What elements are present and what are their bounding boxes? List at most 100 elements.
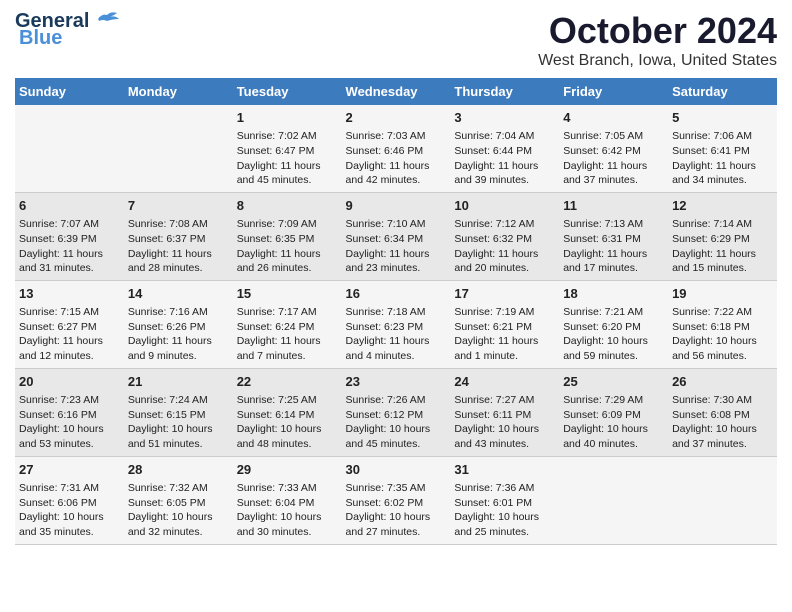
day-number: 22 — [237, 373, 338, 391]
calendar-cell: 21 Sunrise: 7:24 AM Sunset: 6:15 PM Dayli… — [124, 368, 233, 456]
calendar-cell: 3 Sunrise: 7:04 AM Sunset: 6:44 PM Daylig… — [450, 105, 559, 192]
day-number: 31 — [454, 461, 555, 479]
day-number: 28 — [128, 461, 229, 479]
day-info: Sunrise: 7:08 AM Sunset: 6:37 PM Dayligh… — [128, 217, 229, 276]
calendar-cell — [668, 456, 777, 544]
logo-bird-icon — [93, 11, 121, 33]
calendar-header-friday: Friday — [559, 78, 668, 105]
day-number: 30 — [346, 461, 447, 479]
day-number: 9 — [346, 197, 447, 215]
calendar-week-row: 27 Sunrise: 7:31 AM Sunset: 6:06 PM Dayli… — [15, 456, 777, 544]
calendar-header-sunday: Sunday — [15, 78, 124, 105]
calendar-cell: 28 Sunrise: 7:32 AM Sunset: 6:05 PM Dayli… — [124, 456, 233, 544]
day-number: 2 — [346, 109, 447, 127]
calendar-cell: 23 Sunrise: 7:26 AM Sunset: 6:12 PM Dayli… — [342, 368, 451, 456]
day-info: Sunrise: 7:09 AM Sunset: 6:35 PM Dayligh… — [237, 217, 338, 276]
day-info: Sunrise: 7:23 AM Sunset: 6:16 PM Dayligh… — [19, 393, 120, 452]
day-info: Sunrise: 7:31 AM Sunset: 6:06 PM Dayligh… — [19, 481, 120, 540]
calendar-cell: 12Sunrise: 7:14 AM Sunset: 6:29 PM Dayli… — [668, 192, 777, 280]
logo: General Blue — [15, 10, 121, 50]
day-info: Sunrise: 7:04 AM Sunset: 6:44 PM Dayligh… — [454, 129, 555, 188]
day-number: 5 — [672, 109, 773, 127]
calendar-cell: 11 Sunrise: 7:13 AM Sunset: 6:31 PM Dayli… — [559, 192, 668, 280]
calendar-cell: 24 Sunrise: 7:27 AM Sunset: 6:11 PM Dayli… — [450, 368, 559, 456]
day-number: 15 — [237, 285, 338, 303]
calendar-cell: 15 Sunrise: 7:17 AM Sunset: 6:24 PM Dayli… — [233, 280, 342, 368]
calendar-header-row: SundayMondayTuesdayWednesdayThursdayFrid… — [15, 78, 777, 105]
title-section: October 2024 West Branch, Iowa, United S… — [538, 10, 777, 70]
day-number: 7 — [128, 197, 229, 215]
calendar-header-tuesday: Tuesday — [233, 78, 342, 105]
day-info: Sunrise: 7:24 AM Sunset: 6:15 PM Dayligh… — [128, 393, 229, 452]
calendar-cell: 29 Sunrise: 7:33 AM Sunset: 6:04 PM Dayli… — [233, 456, 342, 544]
logo-blue-text: Blue — [19, 27, 62, 50]
day-info: Sunrise: 7:36 AM Sunset: 6:01 PM Dayligh… — [454, 481, 555, 540]
day-number: 26 — [672, 373, 773, 391]
day-number: 27 — [19, 461, 120, 479]
calendar-cell: 2Sunrise: 7:03 AM Sunset: 6:46 PM Daylig… — [342, 105, 451, 192]
day-info: Sunrise: 7:32 AM Sunset: 6:05 PM Dayligh… — [128, 481, 229, 540]
day-number: 21 — [128, 373, 229, 391]
day-info: Sunrise: 7:25 AM Sunset: 6:14 PM Dayligh… — [237, 393, 338, 452]
calendar-cell: 30Sunrise: 7:35 AM Sunset: 6:02 PM Dayli… — [342, 456, 451, 544]
day-number: 11 — [563, 197, 664, 215]
day-info: Sunrise: 7:07 AM Sunset: 6:39 PM Dayligh… — [19, 217, 120, 276]
day-number: 4 — [563, 109, 664, 127]
day-info: Sunrise: 7:27 AM Sunset: 6:11 PM Dayligh… — [454, 393, 555, 452]
calendar-header-wednesday: Wednesday — [342, 78, 451, 105]
calendar-cell: 18 Sunrise: 7:21 AM Sunset: 6:20 PM Dayli… — [559, 280, 668, 368]
day-number: 29 — [237, 461, 338, 479]
page-subtitle: West Branch, Iowa, United States — [538, 52, 777, 70]
calendar-cell: 10 Sunrise: 7:12 AM Sunset: 6:32 PM Dayli… — [450, 192, 559, 280]
calendar-cell: 26 Sunrise: 7:30 AM Sunset: 6:08 PM Dayli… — [668, 368, 777, 456]
calendar-cell: 31 Sunrise: 7:36 AM Sunset: 6:01 PM Dayli… — [450, 456, 559, 544]
calendar-cell: 1 Sunrise: 7:02 AM Sunset: 6:47 PM Daylig… — [233, 105, 342, 192]
calendar-table: SundayMondayTuesdayWednesdayThursdayFrid… — [15, 78, 777, 545]
calendar-week-row: 20 Sunrise: 7:23 AM Sunset: 6:16 PM Dayli… — [15, 368, 777, 456]
calendar-week-row: 6 Sunrise: 7:07 AM Sunset: 6:39 PM Daylig… — [15, 192, 777, 280]
day-number: 14 — [128, 285, 229, 303]
calendar-cell: 8 Sunrise: 7:09 AM Sunset: 6:35 PM Daylig… — [233, 192, 342, 280]
day-number: 3 — [454, 109, 555, 127]
day-info: Sunrise: 7:21 AM Sunset: 6:20 PM Dayligh… — [563, 305, 664, 364]
day-number: 8 — [237, 197, 338, 215]
calendar-cell: 13 Sunrise: 7:15 AM Sunset: 6:27 PM Dayli… — [15, 280, 124, 368]
calendar-cell — [15, 105, 124, 192]
day-info: Sunrise: 7:05 AM Sunset: 6:42 PM Dayligh… — [563, 129, 664, 188]
day-info: Sunrise: 7:26 AM Sunset: 6:12 PM Dayligh… — [346, 393, 447, 452]
day-info: Sunrise: 7:30 AM Sunset: 6:08 PM Dayligh… — [672, 393, 773, 452]
calendar-cell: 5Sunrise: 7:06 AM Sunset: 6:41 PM Daylig… — [668, 105, 777, 192]
calendar-cell: 25Sunrise: 7:29 AM Sunset: 6:09 PM Dayli… — [559, 368, 668, 456]
day-number: 18 — [563, 285, 664, 303]
day-info: Sunrise: 7:13 AM Sunset: 6:31 PM Dayligh… — [563, 217, 664, 276]
day-number: 24 — [454, 373, 555, 391]
day-info: Sunrise: 7:15 AM Sunset: 6:27 PM Dayligh… — [19, 305, 120, 364]
day-number: 13 — [19, 285, 120, 303]
day-number: 19 — [672, 285, 773, 303]
day-info: Sunrise: 7:02 AM Sunset: 6:47 PM Dayligh… — [237, 129, 338, 188]
day-info: Sunrise: 7:17 AM Sunset: 6:24 PM Dayligh… — [237, 305, 338, 364]
calendar-cell: 7 Sunrise: 7:08 AM Sunset: 6:37 PM Daylig… — [124, 192, 233, 280]
day-number: 1 — [237, 109, 338, 127]
calendar-cell — [559, 456, 668, 544]
calendar-cell — [124, 105, 233, 192]
day-number: 10 — [454, 197, 555, 215]
calendar-cell: 6 Sunrise: 7:07 AM Sunset: 6:39 PM Daylig… — [15, 192, 124, 280]
day-number: 23 — [346, 373, 447, 391]
calendar-header-monday: Monday — [124, 78, 233, 105]
calendar-cell: 27 Sunrise: 7:31 AM Sunset: 6:06 PM Dayli… — [15, 456, 124, 544]
day-info: Sunrise: 7:14 AM Sunset: 6:29 PM Dayligh… — [672, 217, 773, 276]
calendar-cell: 16Sunrise: 7:18 AM Sunset: 6:23 PM Dayli… — [342, 280, 451, 368]
day-info: Sunrise: 7:18 AM Sunset: 6:23 PM Dayligh… — [346, 305, 447, 364]
day-number: 6 — [19, 197, 120, 215]
day-info: Sunrise: 7:19 AM Sunset: 6:21 PM Dayligh… — [454, 305, 555, 364]
calendar-cell: 19Sunrise: 7:22 AM Sunset: 6:18 PM Dayli… — [668, 280, 777, 368]
calendar-week-row: 1 Sunrise: 7:02 AM Sunset: 6:47 PM Daylig… — [15, 105, 777, 192]
calendar-cell: 17Sunrise: 7:19 AM Sunset: 6:21 PM Dayli… — [450, 280, 559, 368]
calendar-cell: 9Sunrise: 7:10 AM Sunset: 6:34 PM Daylig… — [342, 192, 451, 280]
day-info: Sunrise: 7:33 AM Sunset: 6:04 PM Dayligh… — [237, 481, 338, 540]
page-header: General Blue October 2024 West Branch, I… — [15, 10, 777, 70]
day-number: 20 — [19, 373, 120, 391]
calendar-cell: 14Sunrise: 7:16 AM Sunset: 6:26 PM Dayli… — [124, 280, 233, 368]
day-info: Sunrise: 7:12 AM Sunset: 6:32 PM Dayligh… — [454, 217, 555, 276]
